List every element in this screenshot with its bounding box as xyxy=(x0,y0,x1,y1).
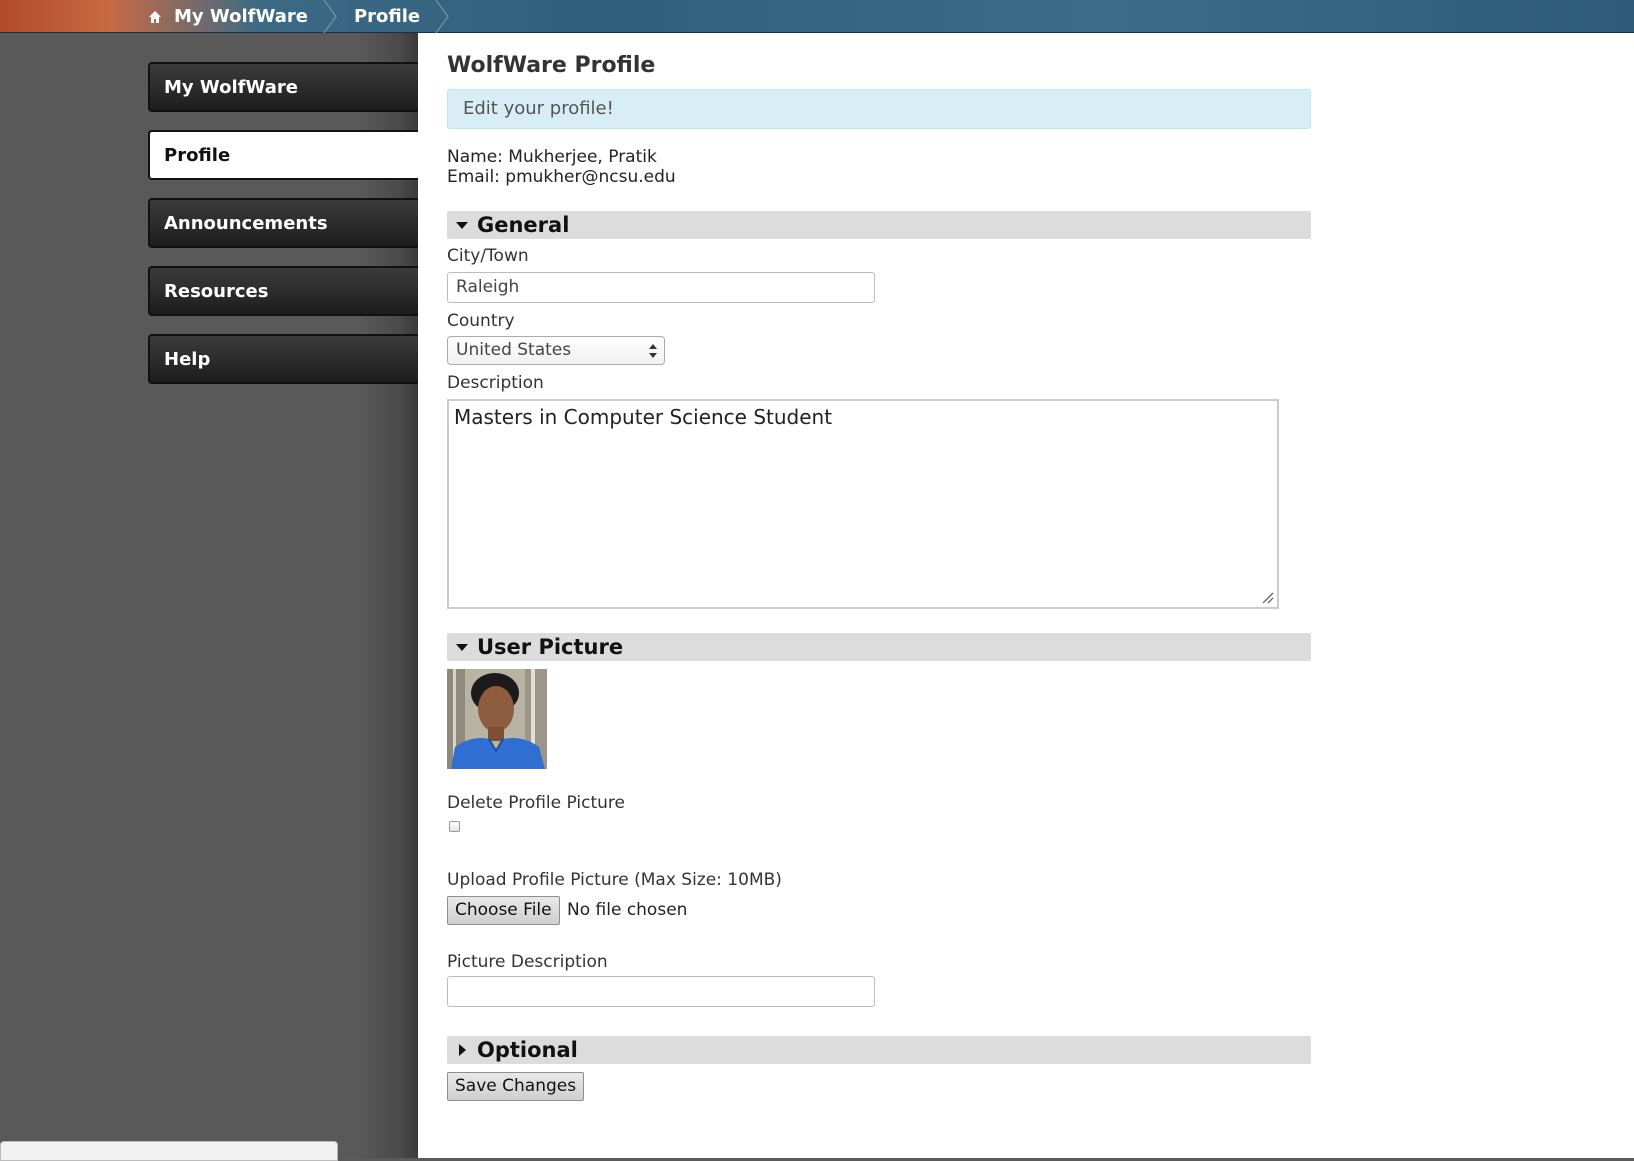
picture-description-label: Picture Description xyxy=(447,952,608,972)
select-arrows-icon xyxy=(649,344,657,358)
breadcrumb-separator-icon xyxy=(435,0,450,33)
user-email: Email: pmukher@ncsu.edu xyxy=(447,167,676,187)
section-user-picture-header[interactable]: User Picture xyxy=(447,633,1311,661)
upload-picture-label: Upload Profile Picture (Max Size: 10MB) xyxy=(447,870,782,890)
delete-picture-label: Delete Profile Picture xyxy=(447,793,625,813)
caret-right-icon xyxy=(459,1044,466,1056)
description-textarea[interactable]: Masters in Computer Science Student xyxy=(447,399,1279,609)
caret-down-icon xyxy=(456,222,468,229)
page-title: WolfWare Profile xyxy=(447,53,656,78)
save-changes-button[interactable]: Save Changes xyxy=(447,1072,585,1101)
file-status-text: No file chosen xyxy=(567,900,688,920)
sidebar-item-label: Announcements xyxy=(164,212,328,234)
sidebar-item-help[interactable]: Help xyxy=(148,334,418,384)
description-text: Masters in Computer Science Student xyxy=(454,405,833,429)
country-select[interactable]: United States xyxy=(447,336,665,365)
user-name: Name: Mukherjee, Pratik xyxy=(447,147,657,167)
caret-down-icon xyxy=(456,644,468,651)
sidebar-item-announcements[interactable]: Announcements xyxy=(148,198,418,248)
section-general-header[interactable]: General xyxy=(447,211,1311,239)
profile-picture-avatar xyxy=(447,669,547,769)
country-selected-value: United States xyxy=(456,340,572,360)
sidebar-item-label: Help xyxy=(164,348,211,370)
sidebar-item-label: Profile xyxy=(164,144,231,166)
description-label: Description xyxy=(447,373,544,393)
sidebar-nav: My WolfWare Profile Announcements Resour… xyxy=(148,62,418,402)
section-optional-header[interactable]: Optional xyxy=(447,1036,1311,1064)
picture-description-input[interactable] xyxy=(447,976,875,1007)
home-icon[interactable] xyxy=(148,10,162,24)
main-content: WolfWare Profile Edit your profile! Name… xyxy=(418,33,1634,1158)
sidebar-item-profile[interactable]: Profile xyxy=(148,130,418,180)
city-label: City/Town xyxy=(447,246,529,266)
sidebar-item-my-wolfware[interactable]: My WolfWare xyxy=(148,62,418,112)
country-label: Country xyxy=(447,311,515,331)
breadcrumb-separator-icon xyxy=(323,0,337,33)
section-title: Optional xyxy=(477,1038,578,1062)
city-input[interactable]: Raleigh xyxy=(447,272,875,303)
choose-file-button[interactable]: Choose File xyxy=(447,896,560,925)
info-alert: Edit your profile! xyxy=(447,89,1311,129)
top-bar: My WolfWare Profile xyxy=(0,0,1634,33)
bottom-panel-tab[interactable] xyxy=(0,1141,338,1161)
section-title: General xyxy=(477,213,570,237)
breadcrumb: My WolfWare Profile xyxy=(148,0,466,33)
sidebar-item-resources[interactable]: Resources xyxy=(148,266,418,316)
resize-grip-icon[interactable] xyxy=(1262,592,1274,604)
delete-picture-checkbox[interactable] xyxy=(449,821,460,832)
section-title: User Picture xyxy=(477,635,624,659)
sidebar-item-label: My WolfWare xyxy=(164,76,298,98)
breadcrumb-my-wolfware[interactable]: My WolfWare xyxy=(174,6,308,27)
breadcrumb-profile[interactable]: Profile xyxy=(354,6,420,27)
sidebar-item-label: Resources xyxy=(164,280,269,302)
